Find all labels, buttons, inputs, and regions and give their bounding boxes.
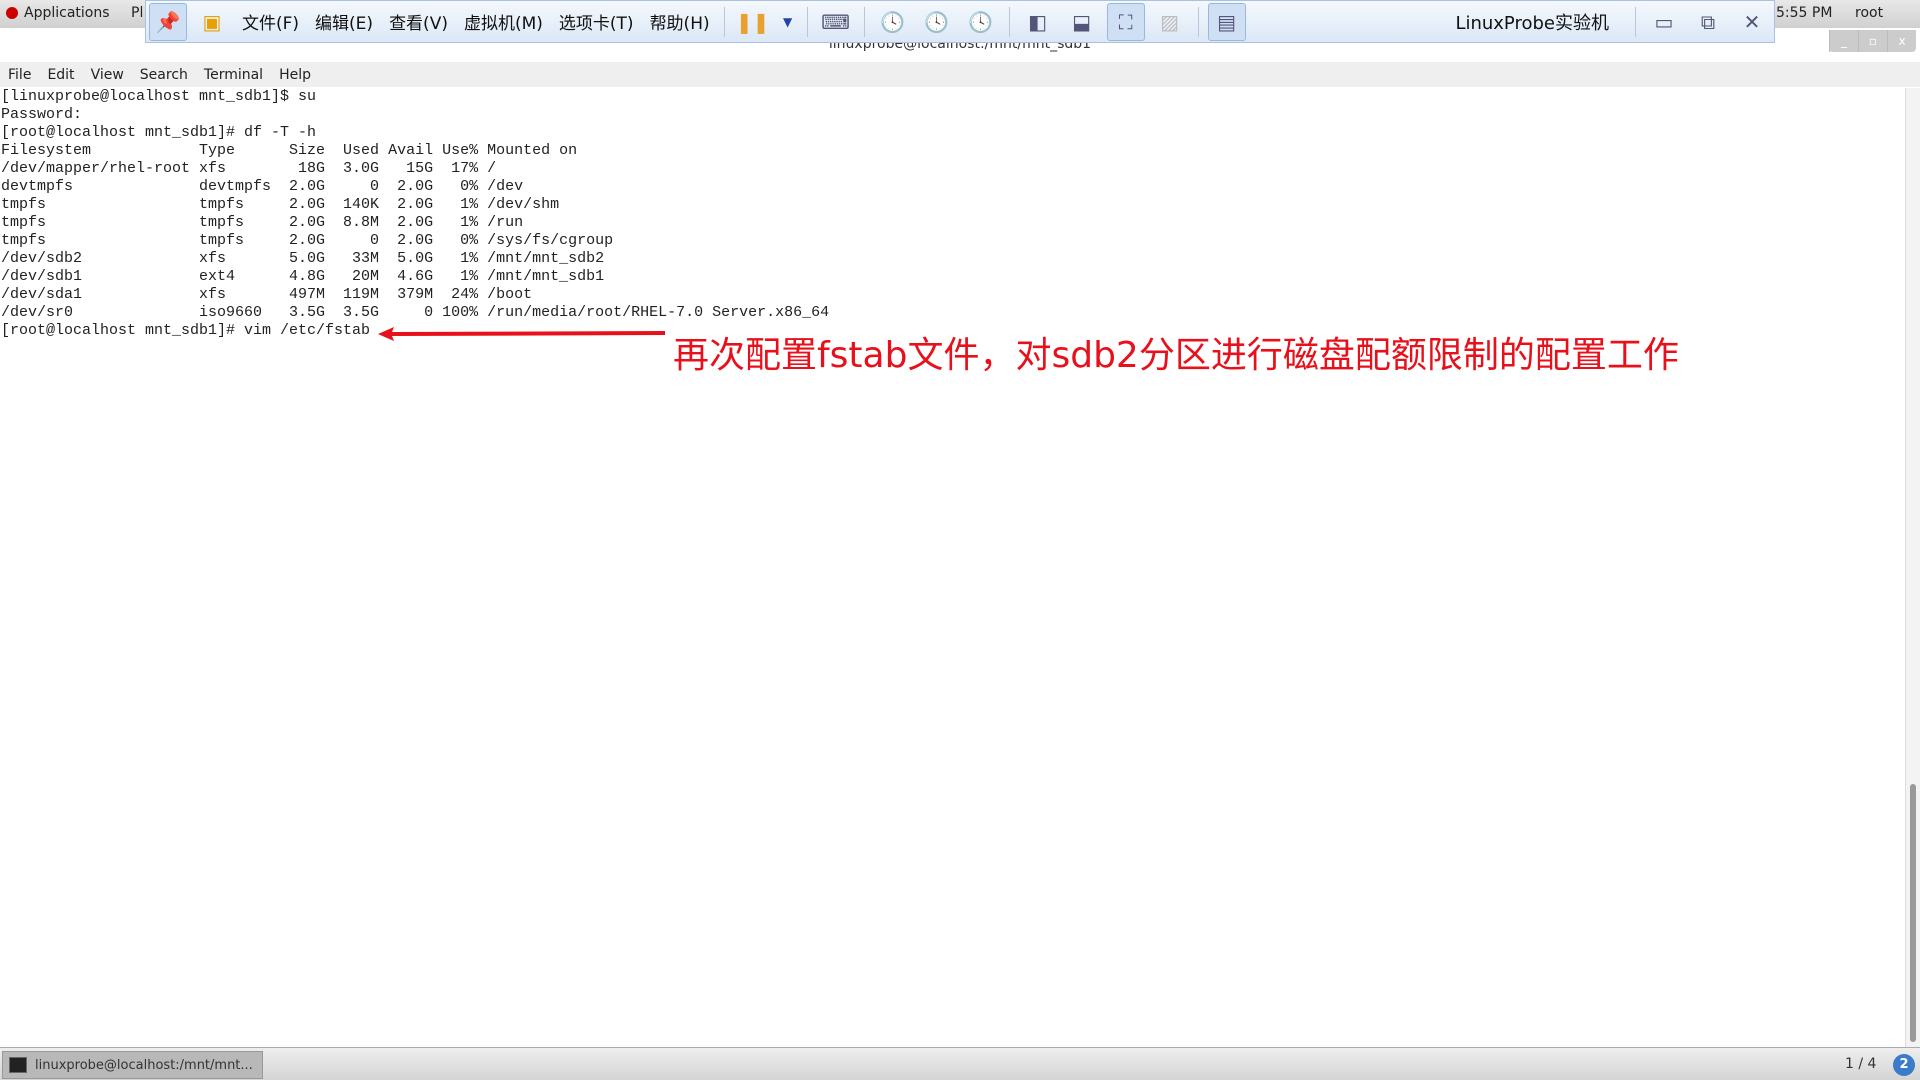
applications-label: Applications <box>24 5 110 21</box>
minimize-button[interactable]: _ <box>1829 30 1858 52</box>
menu-terminal[interactable]: Terminal <box>204 67 263 83</box>
vm-title: LinuxProbe实验机 <box>1455 12 1609 34</box>
terminal-line: /dev/mapper/rhel-root xfs 18G 3.0G 15G 1… <box>1 160 497 177</box>
terminal-line: [linuxprobe@localhost mnt_sdb1]$ su <box>1 88 317 105</box>
terminal-menubar: File Edit View Search Terminal Help <box>0 62 1920 87</box>
terminal-output[interactable]: [linuxprobe@localhost mnt_sdb1]$ su Passw… <box>0 88 1905 1047</box>
vm-minimize-button[interactable]: ▭ <box>1645 3 1683 41</box>
user-menu[interactable]: root <box>1855 5 1883 21</box>
snapshot-icon[interactable]: 🕓 <box>874 3 912 41</box>
menu-tabs[interactable]: 选项卡(T) <box>559 9 634 34</box>
workspace-pager[interactable]: 1 / 4 <box>1845 1056 1876 1072</box>
send-keys-icon[interactable]: ⌨ <box>817 3 855 41</box>
terminal-line: /dev/sdb1 ext4 4.8G 20M 4.6G 1% /mnt/mnt… <box>1 268 605 285</box>
window-view-icon[interactable]: ▤ <box>1207 2 1246 41</box>
snapshot-manager-icon[interactable]: 🕓 <box>962 3 1000 41</box>
terminal-line: /dev/sr0 iso9660 3.5G 3.5G 0 100% /run/m… <box>1 304 830 321</box>
terminal-line: [root@localhost mnt_sdb1]# df -T -h <box>1 124 317 141</box>
menu-edit[interactable]: Edit <box>47 67 74 83</box>
menu-vm[interactable]: 虚拟机(M) <box>464 9 543 34</box>
fullscreen-icon[interactable]: ⛶ <box>1106 2 1145 41</box>
menu-file[interactable]: File <box>8 67 31 83</box>
clock[interactable]: 5:55 PM <box>1776 5 1832 21</box>
revert-snapshot-icon[interactable]: 🕓 <box>918 3 956 41</box>
divider <box>806 6 808 37</box>
menu-view[interactable]: View <box>91 67 124 83</box>
terminal-line: /dev/sdb2 xfs 5.0G 33M 5.0G 1% /mnt/mnt_… <box>1 250 605 267</box>
maximize-button[interactable]: ▫ <box>1858 30 1887 52</box>
menu-edit[interactable]: 编辑(E) <box>315 9 373 34</box>
vmware-toolbar: 📌 ▣ 文件(F) 编辑(E) 查看(V) 虚拟机(M) 选项卡(T) 帮助(H… <box>145 0 1775 43</box>
terminal-line: tmpfs tmpfs 2.0G 0 2.0G 0% /sys/fs/cgrou… <box>1 232 614 249</box>
places-menu[interactable]: Pl <box>131 5 143 21</box>
notification-badge[interactable]: 2 <box>1893 1054 1915 1076</box>
annotation-arrow <box>378 327 665 341</box>
vm-close-button[interactable]: ✕ <box>1733 3 1771 41</box>
pause-icon[interactable]: ❚❚ <box>734 3 772 41</box>
terminal-line: Filesystem Type Size Used Avail Use% Mou… <box>1 142 578 159</box>
vm-restore-button[interactable]: ⧉ <box>1689 3 1727 41</box>
unity-icon[interactable]: ▨ <box>1151 3 1189 41</box>
menu-file[interactable]: 文件(F) <box>242 9 299 34</box>
applications-menu[interactable]: Applications <box>6 5 110 21</box>
scrollbar[interactable] <box>1905 88 1920 1047</box>
sidebar-view-icon[interactable]: ◧ <box>1019 3 1057 41</box>
divider <box>1197 6 1199 37</box>
close-button[interactable]: x <box>1887 30 1916 52</box>
terminal-line: Password: <box>1 106 83 123</box>
pin-icon[interactable]: 📌 <box>149 2 187 41</box>
divider <box>1635 6 1636 37</box>
dropdown-icon[interactable]: ▼ <box>778 3 798 41</box>
divider <box>863 6 865 37</box>
window-controls: _ ▫ x <box>1829 30 1916 52</box>
divider <box>723 6 725 37</box>
vmware-logo-icon[interactable]: ▣ <box>193 3 231 41</box>
divider <box>1008 6 1010 37</box>
terminal-line: tmpfs tmpfs 2.0G 8.8M 2.0G 1% /run <box>1 214 524 231</box>
menu-view[interactable]: 查看(V) <box>389 9 448 34</box>
taskbar: linuxprobe@localhost:/mnt/mnt... 1 / 4 2 <box>0 1047 1920 1080</box>
scrollbar-thumb[interactable] <box>1910 784 1916 1042</box>
menu-search[interactable]: Search <box>140 67 188 83</box>
annotation-text: 再次配置fstab文件，对sdb2分区进行磁盘配额限制的配置工作 <box>673 335 1679 376</box>
terminal-icon <box>9 1057 27 1073</box>
menu-help[interactable]: Help <box>279 67 311 83</box>
terminal-line: devtmpfs devtmpfs 2.0G 0 2.0G 0% /dev <box>1 178 524 195</box>
terminal-line: tmpfs tmpfs 2.0G 140K 2.0G 1% /dev/shm <box>1 196 560 213</box>
terminal-line: /dev/sda1 xfs 497M 119M 379M 24% /boot <box>1 286 533 303</box>
console-view-icon[interactable]: ⬓ <box>1063 3 1101 41</box>
taskbar-item-terminal[interactable]: linuxprobe@localhost:/mnt/mnt... <box>2 1051 263 1079</box>
redhat-icon <box>6 7 18 19</box>
menu-help[interactable]: 帮助(H) <box>650 9 710 34</box>
taskbar-item-label: linuxprobe@localhost:/mnt/mnt... <box>35 1057 253 1073</box>
